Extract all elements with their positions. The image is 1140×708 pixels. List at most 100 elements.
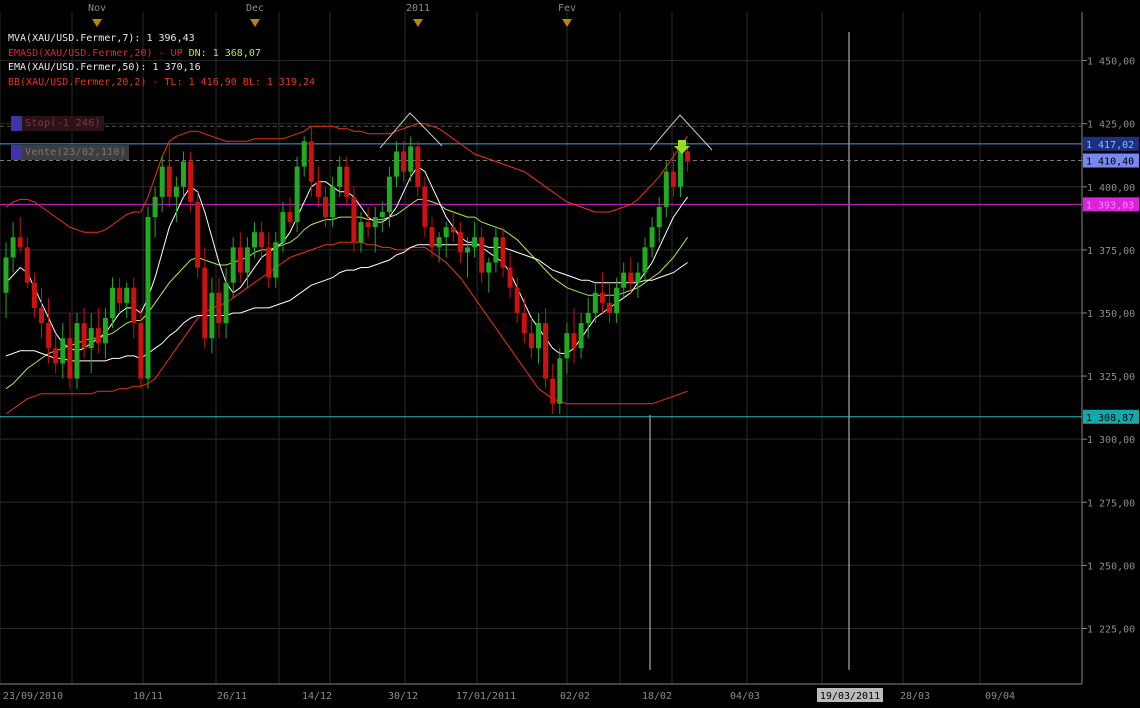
candle-body [521,312,527,334]
legend-emasd: EMASD(XAU/USD.Fermer,20) - UP DN: 1 368,… [8,47,261,59]
bb-lower-line [5,241,688,415]
candle-body [465,247,470,253]
candle-body [585,312,591,324]
candle-body [422,186,428,228]
date-tick-label: 10/11 [133,691,163,702]
price-tick-label: 1 300,00 [1087,435,1135,446]
date-tick-label: 14/12 [302,691,332,702]
candle-body [294,166,300,223]
legend-ema: EMA(XAU/USD.Fermer,50): 1 370,16 [8,62,201,73]
candle-body [223,282,229,324]
candle-body [259,232,265,248]
chart-annotations [379,112,713,154]
candle-body [621,272,627,288]
candle-body [10,237,16,258]
date-tick-label: 19/03/2011 [820,691,880,702]
candle-body [436,237,442,248]
candle-body [280,212,286,243]
candle-body [166,166,172,197]
candle-body [102,318,108,344]
sell-order-tag[interactable]: Vente(23/02,110) [11,145,130,160]
candle-body [46,323,52,349]
price-badge-label: 1 308,87 [1086,413,1134,424]
candle-body [159,166,165,197]
candle-body [365,222,371,228]
candle-body [81,323,87,349]
candle-body [195,201,201,268]
candle-body [493,237,499,263]
candle-body [472,237,478,248]
price-tick-label: 1 450,00 [1087,57,1135,68]
candle-body [88,328,94,349]
candle-body [287,212,293,223]
month-marker-icon [250,19,260,27]
candle-body [17,237,23,248]
legend-mva: MVA(XAU/USD.Fermer,7): 1 396,43 [8,33,195,44]
candle-body [124,287,130,303]
candle-body [358,222,364,243]
date-tick-label: 28/03 [900,691,930,702]
candle-body [188,161,194,202]
candle-body [656,206,662,228]
candle-body [528,333,534,349]
candle-body [301,141,307,167]
order-handle-icon[interactable] [11,116,22,131]
candle-body [372,217,378,228]
candle-body [642,247,648,273]
candle-body [209,292,215,339]
date-tick-label: 04/03 [730,691,760,702]
price-tick-label: 1 250,00 [1087,561,1135,572]
candle-body [145,217,151,379]
price-axis[interactable]: 1 450,00 1 425,00 1 400,00 1 375,00 1 350,00… [1081,12,1139,684]
price-tick-label: 1 425,00 [1087,120,1135,131]
candle-body [599,292,605,303]
order-handle-icon[interactable] [11,145,22,160]
price-tick-label: 1 375,00 [1087,246,1135,257]
candle-body [266,247,272,278]
date-axis[interactable]: 23/09/2010 10/11 26/11 14/12 30/12 17/01/2011… [0,683,1082,702]
candle-body [543,323,549,379]
price-badge-label: 1 393,03 [1086,200,1134,211]
month-label: 2011 [406,3,430,14]
date-tick-label: 09/04 [985,691,1015,702]
date-tick-label: 02/02 [560,691,590,702]
stop-order-tag[interactable]: Stop(-1 246) [11,116,104,131]
candle-body [536,323,541,349]
candle-body [24,247,30,283]
candle-body [308,141,314,182]
candle-body [408,146,414,172]
candle-body [607,302,612,313]
stop-order-label: Stop(-1 246) [22,116,104,131]
candle-body [578,323,584,349]
candle-body [337,166,343,187]
price-chart[interactable]: 1 450,00 1 425,00 1 400,00 1 375,00 1 350,00… [0,0,1140,708]
candle-body [330,186,336,218]
date-tick-label: 23/09/2010 [3,691,63,702]
candle-body [173,186,179,197]
candle-body [649,227,655,248]
candle-body [95,328,101,344]
candle-body [379,212,385,218]
candle-body [429,227,435,248]
candle-body [39,307,44,324]
date-tick-label: 26/11 [217,691,247,702]
month-marker-icon [92,19,102,27]
candle-body [117,287,123,303]
candle-body [635,272,641,283]
price-tick-label: 1 325,00 [1087,372,1135,383]
candle-body [67,338,73,379]
date-tick-label: 17/01/2011 [456,691,516,702]
candle-body [181,161,186,187]
candle-body [138,323,144,379]
candle-body [31,282,37,308]
candle-body [685,151,691,162]
candle-body [450,227,456,233]
candle-body [663,171,669,207]
candle-body [614,287,620,313]
candle-body [507,267,513,288]
candle-body [216,292,222,324]
candle-body [564,333,570,359]
price-badge-label: 1 417,02 [1086,140,1134,151]
date-tick-label: 30/12 [388,691,418,702]
candle-body [678,151,683,187]
